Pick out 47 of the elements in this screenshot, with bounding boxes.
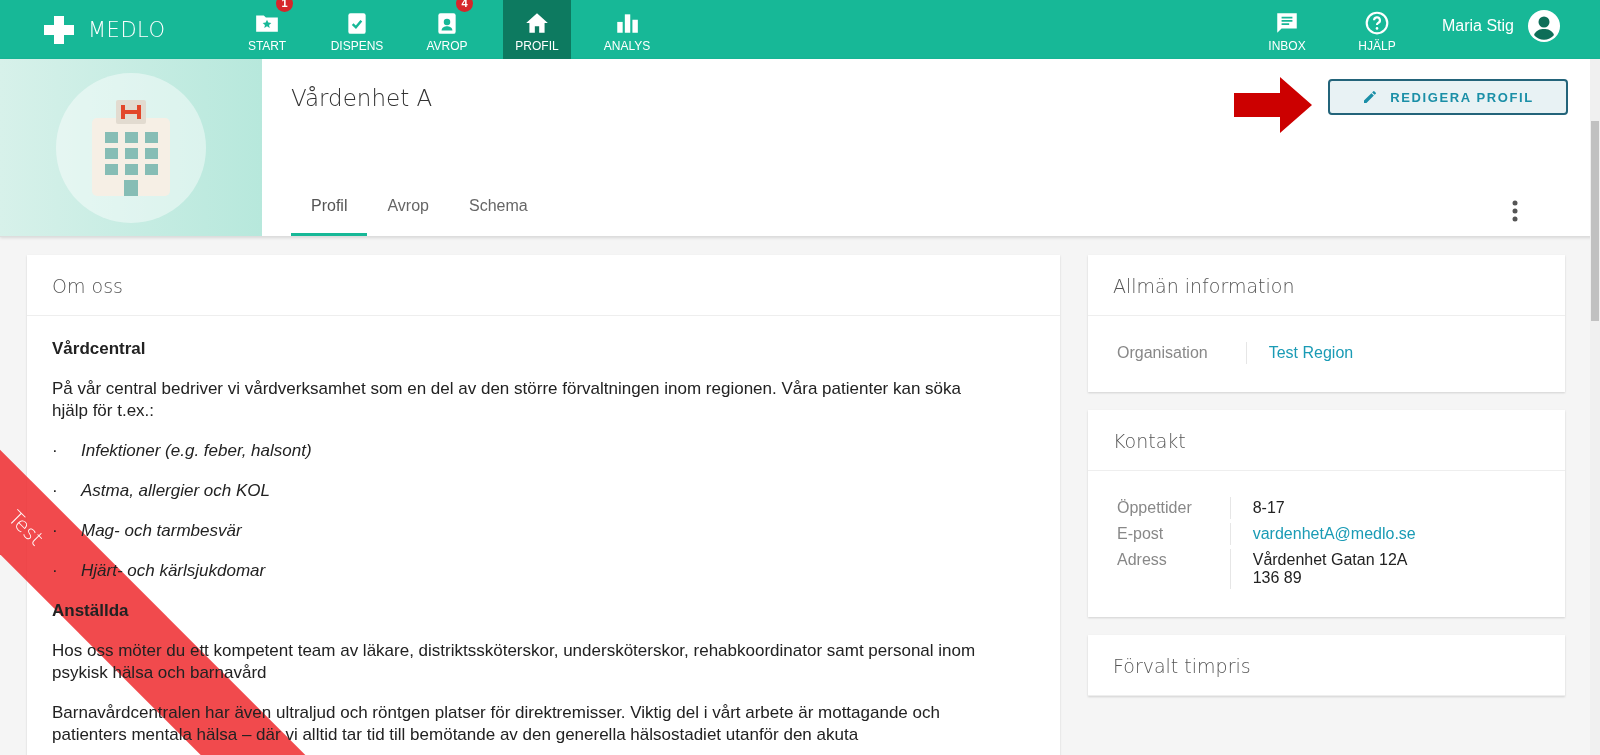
card-title: Om oss	[27, 255, 1060, 316]
user-name[interactable]: Maria Stig	[1441, 16, 1514, 35]
field-link[interactable]: vardenhetA@medlo.se	[1252, 525, 1540, 543]
field-link[interactable]: Test Region	[1268, 344, 1540, 362]
arrow-icon	[1234, 77, 1312, 133]
more-icon[interactable]	[1512, 200, 1518, 222]
tab[interactable]: Profil	[291, 197, 368, 236]
field-label: Organisation	[1113, 342, 1247, 364]
logo-text: MEDLO	[88, 17, 166, 42]
bullet-mark: ·	[52, 520, 59, 542]
edit-profile-button[interactable]: REDIGERA PROFIL	[1328, 79, 1568, 115]
nav-item[interactable]: ANALYS	[582, 0, 672, 59]
tab[interactable]: Schema	[448, 197, 548, 236]
card-title: Kontakt	[1088, 410, 1565, 471]
pencil-icon	[1362, 89, 1379, 105]
nav-item[interactable]: INBOX	[1241, 0, 1332, 59]
hospital-building-icon	[92, 99, 170, 196]
paragraph: På vår central bedriver vi vårdverksamhet som en del av den större förvaltningen inom regionen. Våra patienter kan söka hjälp för t.ex.:	[52, 378, 963, 422]
card-title: Förvalt timpris	[1088, 635, 1565, 696]
field-value: 136 89	[1252, 569, 1303, 587]
avatar-icon[interactable]	[1528, 9, 1560, 42]
profile-title: Vårdenhet A	[291, 85, 434, 111]
field-value: Vårdenhet Gatan 12A	[1252, 551, 1409, 569]
nav-item[interactable]: DISPENS	[312, 0, 402, 59]
field-value: 8-17	[1252, 499, 1286, 517]
count-badge: 4	[456, 0, 473, 12]
logo-icon	[42, 13, 76, 46]
list-item: Astma, allergier och KOL	[81, 480, 270, 502]
field-label: E-post	[1113, 523, 1231, 545]
bullet-mark: ·	[52, 560, 59, 582]
nav-item[interactable]: HJÄLP	[1331, 0, 1422, 59]
nav-item[interactable]: START 1	[222, 0, 312, 59]
bullet-mark: ·	[52, 480, 59, 502]
tab[interactable]: Avrop	[367, 197, 449, 236]
nav-item[interactable]: PROFIL	[503, 0, 571, 59]
nav-item[interactable]: AVROP 4	[402, 0, 492, 59]
bullet-mark: ·	[52, 440, 59, 462]
field-label: Öppettider	[1113, 497, 1231, 519]
list-item: Hjärt- och kärlsjukdomar	[81, 560, 266, 582]
field-label: Adress	[1113, 549, 1231, 589]
list-item: Mag- och tarmbesvär	[81, 520, 242, 542]
section-heading: Vårdcentral	[52, 338, 147, 360]
help-icon	[1363, 10, 1390, 36]
scrollbar-thumb[interactable]	[1591, 121, 1599, 321]
card-title: Allmän information	[1088, 255, 1565, 316]
list-item: Infektioner (e.g. feber, halsont)	[81, 440, 312, 462]
count-badge: 1	[276, 0, 293, 12]
